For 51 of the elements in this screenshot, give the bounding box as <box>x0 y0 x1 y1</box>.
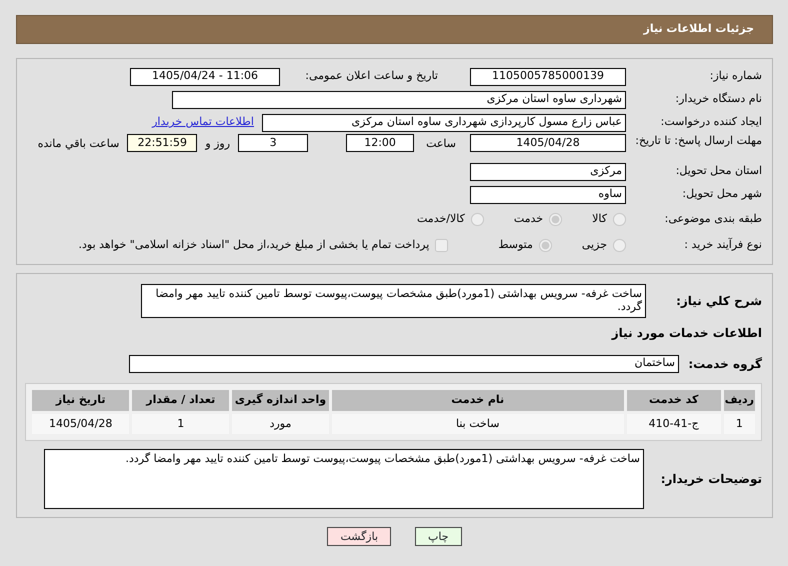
field-label: گروه خدمت: <box>687 356 762 372</box>
field-label: ایجاد کننده درخواست: <box>660 114 762 130</box>
remaining-time-field: 22:51:59 <box>127 134 198 152</box>
province-field: مرکزی <box>470 162 626 180</box>
field-label: شماره نیاز: <box>708 68 762 84</box>
field-label: روز و <box>205 136 230 152</box>
field-label: شرح کلي نیاز: <box>675 293 762 310</box>
field-label: نام دستگاه خریدار: <box>674 91 762 108</box>
table-cell: 1 <box>132 414 230 434</box>
buyer-notes-field[interactable]: ساخت غرفه- سرویس بهداشتی (1مورد)طبق مشخصات پیوست،پیوست توسط تامین کننده تایید مهر وامضا گردد. <box>44 449 644 509</box>
column-header: کد خدمت <box>626 390 721 411</box>
print-button[interactable]: چاپ <box>415 527 462 546</box>
table-cell: مورد <box>232 414 329 434</box>
radio-label: جزیی <box>582 236 607 253</box>
radio-label: کالا/خدمت <box>417 210 465 227</box>
radio-label: متوسط <box>498 236 533 253</box>
service-group-field: ساختمان <box>129 354 679 372</box>
table-cell: 1 <box>724 414 755 434</box>
deadline-date-field: 1405/04/28 <box>470 134 626 152</box>
column-header: نام خدمت <box>332 390 624 411</box>
announce-date-field: 1405/04/24 - 11:06 <box>130 68 280 86</box>
deadline-time-field: 12:00 <box>346 134 414 152</box>
field-label: تاریخ و ساعت اعلان عمومی: <box>304 68 438 84</box>
field-label: استان محل تحویل: <box>674 163 762 180</box>
field-label: ساعت <box>426 136 456 152</box>
description-field[interactable]: ساخت غرفه- سرویس بهداشتی (1مورد)طبق مشخصات پیوست،پیوست توسط تامین کننده تایید مهر وامضا گردد. <box>141 284 646 318</box>
section-heading: اطلاعات خدمات مورد نیاز <box>610 325 762 342</box>
table-cell: ج-41-410 <box>626 414 721 434</box>
column-header: ردیف <box>724 390 755 411</box>
column-header: تعداد / مقدار <box>132 390 230 411</box>
creator-field: عباس زارع مسول کارپردازی شهرداری ساوه استان مرکزی <box>262 114 626 132</box>
column-header: واحد اندازه گیری <box>232 390 329 411</box>
need-number-field: 1105005785000139 <box>470 68 626 86</box>
field-label: ساعت باقي مانده <box>38 136 120 152</box>
radio-label: خدمت <box>514 210 544 227</box>
field-label: طبقه بندی موضوعی: <box>664 210 762 227</box>
page-header: جزئیات اطلاعات نیاز <box>16 15 773 44</box>
field-label: مهلت ارسال پاسخ: تا تاریخ: <box>634 134 762 147</box>
field-label: توضیحات خریدار: <box>660 471 762 488</box>
days-field: 3 <box>238 134 308 152</box>
back-button[interactable]: بازگشت <box>327 527 392 546</box>
contact-link[interactable]: اطلاعات تماس خریدار <box>152 114 254 131</box>
table-cell: ساخت بنا <box>332 414 624 434</box>
column-header: تاریخ نیاز <box>32 390 130 411</box>
city-field: ساوه <box>470 186 626 204</box>
radio-label: کالا <box>592 210 607 227</box>
table-cell: 1405/04/28 <box>32 414 130 434</box>
checkbox-label: پرداخت تمام یا بخشی از مبلغ خرید،از محل "اسناد خزانه اسلامی" خواهد بود. <box>78 236 430 253</box>
field-label: نوع فرآیند خرید : <box>683 236 762 253</box>
buyer-field: شهرداری ساوه استان مرکزی <box>172 90 626 108</box>
field-label: شهر محل تحویل: <box>681 186 762 202</box>
